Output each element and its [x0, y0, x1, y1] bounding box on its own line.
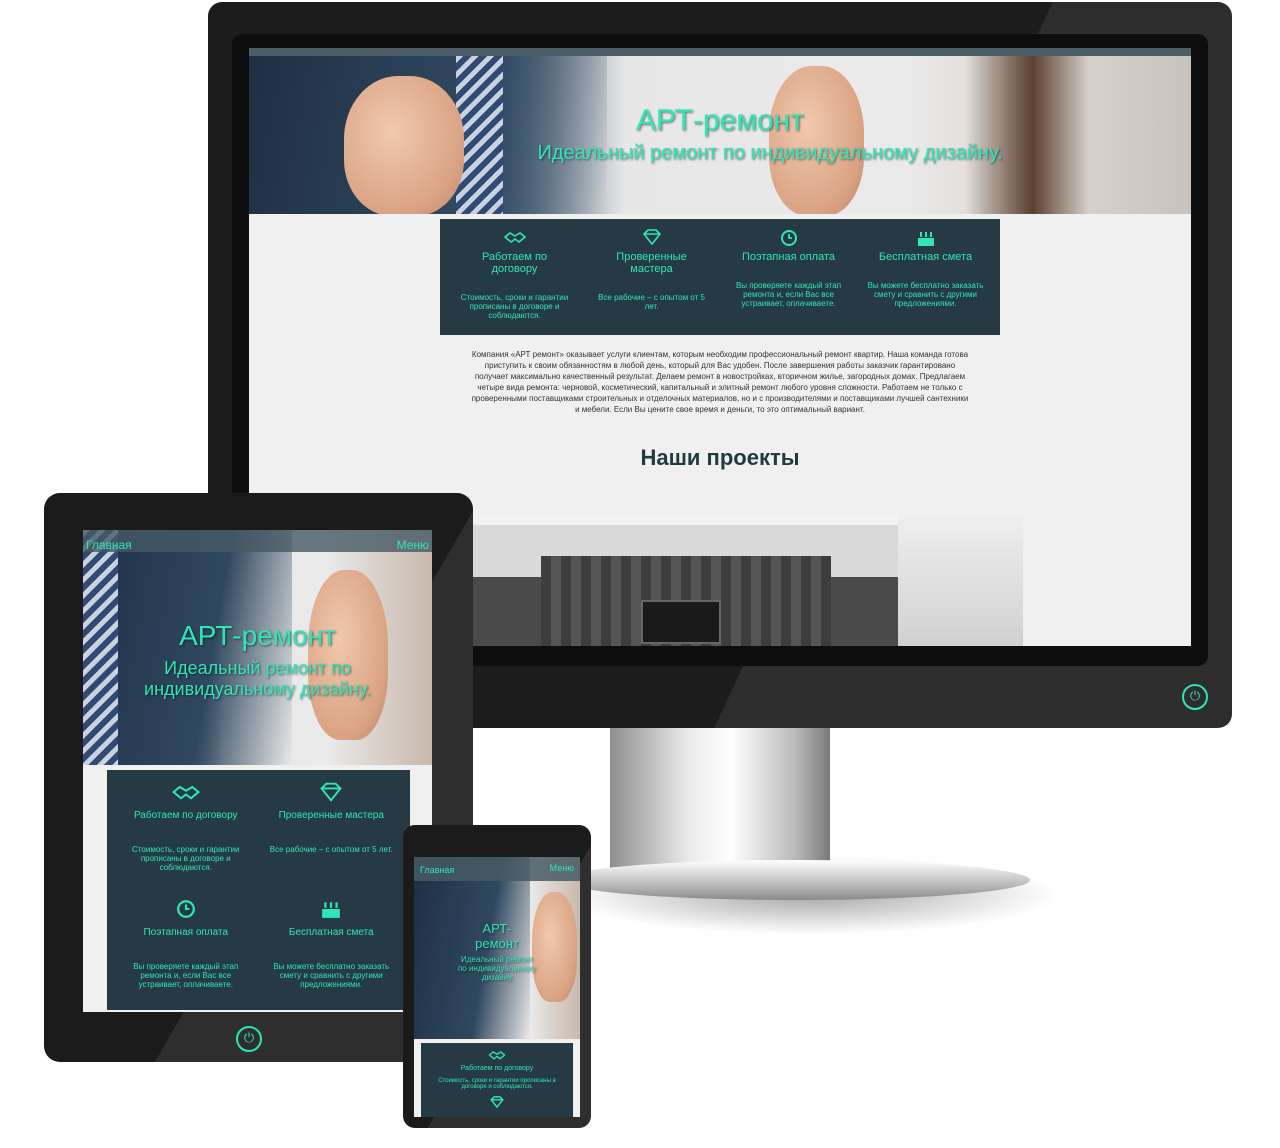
handshake-icon: [488, 1051, 506, 1060]
feature-desc: Вы можете бесплатно заказать смету и сра…: [867, 281, 984, 308]
project-photo-interior: [471, 514, 1023, 646]
hero-title-line1: АРТ-: [482, 921, 512, 936]
feature-title: Работаем по договору: [133, 810, 238, 821]
phone-navbar: Главная Меню: [414, 857, 580, 881]
desktop-topbar: [249, 48, 1191, 56]
hero-subtitle: Идеальный ремонт по индивидуальному диза…: [537, 142, 1003, 164]
feature-desc: Вы можете бесплатно заказать смету и сра…: [273, 962, 390, 989]
feature-title: Работаем по договору: [460, 1065, 534, 1072]
tablet-navbar: Главная Меню: [83, 530, 432, 552]
hero-subtitle: Идеальный ремонт по индивидуальному диза…: [457, 955, 537, 982]
feature-contract: Работаем по договору Стоимость, сроки и …: [446, 229, 583, 335]
diamond-icon: [490, 1096, 504, 1108]
feature-title: Проверенные мастера: [278, 810, 384, 821]
cake-icon: [917, 232, 934, 246]
feature-desc: Все рабочие – с опытом от 5 лет.: [269, 845, 393, 854]
phone-hero: АРТ- ремонт Идеальный ремонт по индивиду…: [414, 857, 580, 1039]
feature-estimate: Бесплатная смета Вы можете бесплатно зак…: [857, 229, 994, 335]
hero-title: АРТ-ремонт: [636, 104, 804, 137]
tablet-hero: АРТ-ремонт Идеальный ремонт по индивидуа…: [83, 530, 432, 765]
feature-desc: Вы проверяете каждый этап ремонта и, есл…: [735, 281, 842, 308]
nav-menu-button[interactable]: Меню: [397, 538, 429, 552]
feature-desc: Стоимость, сроки и гарантии прописаны в …: [132, 845, 240, 872]
feature-masters: Проверенные мастера Все рабочие – с опыт…: [259, 782, 405, 893]
features-panel: Работаем по договору Стоимость, сроки и …: [107, 770, 410, 1010]
feature-title: Бесплатная смета: [288, 927, 374, 938]
feature-payment: Поэтапная оплата Вы проверяете каждый эт…: [720, 229, 857, 335]
handshake-icon: [171, 785, 200, 800]
hero-subtitle-line1: Идеальный ремонт по: [164, 658, 351, 678]
monitor-stand-neck: [610, 720, 830, 870]
feature-desc: Стоимость, сроки и гарантии прописаны в …: [438, 1078, 556, 1090]
clock-icon: [176, 900, 195, 918]
tablet-screen: АРТ-ремонт Идеальный ремонт по индивидуа…: [83, 530, 432, 1012]
diamond-icon: [320, 782, 342, 802]
desktop-hero: АРТ-ремонт Идеальный ремонт по индивидуа…: [249, 56, 1191, 214]
interior-tv: [641, 600, 721, 644]
hero-title: АРТ-ремонт: [179, 620, 336, 651]
feature-desc: Вы проверяете каждый этап ремонта и, есл…: [133, 962, 239, 989]
about-text: Компания «АРТ ремонт» оказывает услуги к…: [471, 350, 969, 414]
feature-estimate: Бесплатная смета Вы можете бесплатно зак…: [259, 899, 405, 1010]
responsive-mockup: ⏻ АРТ-ремонт Идеальный ремонт по индивид…: [0, 0, 1280, 1148]
cake-icon: [322, 902, 341, 918]
projects-heading: Наши проекты: [640, 445, 800, 470]
interior-side-wall: [898, 514, 1023, 646]
monitor-stand-base: [560, 860, 1030, 900]
tablet-power-icon[interactable]: ⏻: [236, 1026, 262, 1052]
features-panel: Работаем по договору Стоимость, сроки и …: [440, 219, 1000, 335]
feature-title: Бесплатная смета: [878, 251, 973, 263]
feature-payment: Поэтапная оплата Вы проверяете каждый эт…: [113, 899, 259, 1010]
feature-contract: Работаем по договору Стоимость, сроки и …: [425, 1049, 569, 1117]
nav-menu-button[interactable]: Меню: [550, 863, 574, 881]
feature-desc: Стоимость, сроки и гарантии прописаны в …: [460, 293, 569, 320]
feature-contract: Работаем по договору Стоимость, сроки и …: [113, 782, 259, 893]
hero-title-line2: ремонт: [475, 936, 519, 951]
handshake-icon: [503, 232, 526, 244]
feature-masters: Проверенные мастера Все рабочие – с опыт…: [583, 229, 720, 335]
feature-title: Работаем по договору: [481, 251, 548, 275]
nav-home-link[interactable]: Главная: [86, 538, 132, 552]
feature-title: Поэтапная оплата: [143, 927, 229, 938]
feature-title: Проверенные мастера: [616, 251, 687, 275]
monitor-power-icon[interactable]: ⏻: [1182, 684, 1208, 710]
phone-screen: АРТ- ремонт Идеальный ремонт по индивиду…: [414, 857, 580, 1117]
hero-subtitle-line2: индивидуальному дизайну.: [144, 679, 371, 699]
diamond-icon: [642, 229, 661, 245]
features-panel: Работаем по договору Стоимость, сроки и …: [421, 1043, 573, 1117]
nav-home-link[interactable]: Главная: [420, 865, 454, 881]
feature-title: Поэтапная оплата: [742, 251, 835, 263]
feature-desc: Все рабочие – с опытом от 5 лет.: [598, 293, 705, 311]
clock-icon: [780, 230, 797, 246]
